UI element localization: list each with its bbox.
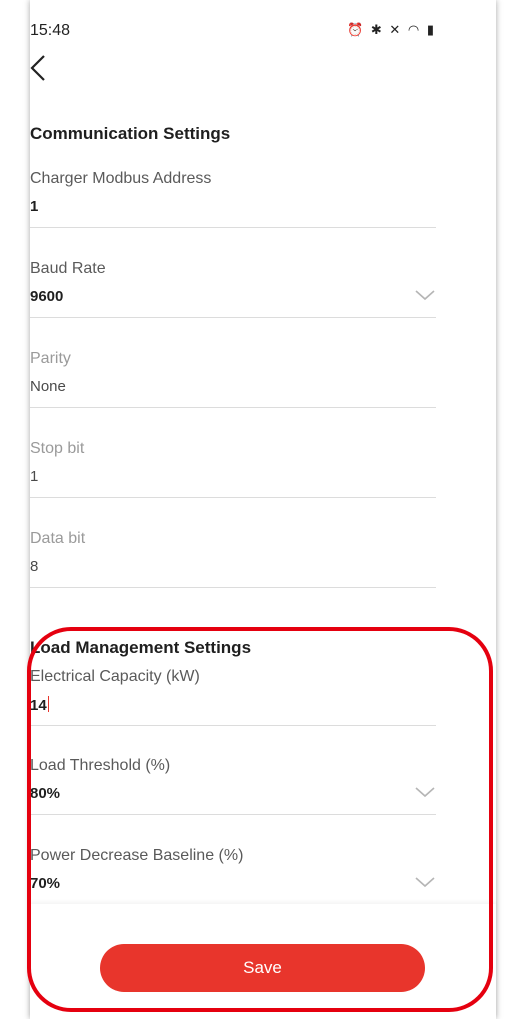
charger-modbus-address-field[interactable]: Charger Modbus Address 1 — [30, 170, 436, 242]
chevron-down-icon — [415, 290, 435, 301]
chevron-down-icon — [415, 787, 435, 798]
field-value-wrapper[interactable]: 14 — [30, 696, 49, 714]
status-time: 15:48 — [30, 22, 71, 39]
divider — [30, 407, 436, 408]
divider — [30, 227, 436, 228]
field-value: 14 — [30, 697, 47, 714]
field-label: Load Threshold (%) — [30, 757, 171, 774]
divider — [30, 497, 436, 498]
field-label: Power Decrease Baseline (%) — [30, 847, 244, 864]
field-value: 80% — [30, 785, 61, 802]
divider — [30, 725, 436, 726]
field-value: 70% — [30, 875, 61, 892]
baud-rate-select[interactable]: Baud Rate 9600 — [30, 260, 436, 332]
field-label: Stop bit — [30, 440, 85, 457]
field-label: Baud Rate — [30, 260, 106, 277]
load-threshold-select[interactable]: Load Threshold (%) 80% — [30, 757, 436, 829]
text-cursor — [47, 696, 49, 712]
field-label: Parity — [30, 350, 71, 367]
field-label: Electrical Capacity (kW) — [30, 668, 200, 685]
communication-settings-title: Communication Settings — [30, 124, 231, 143]
field-value: None — [30, 378, 66, 395]
status-icons: ⏰ ✱ ✕ ◠ ▮ — [347, 22, 436, 37]
divider — [30, 587, 436, 588]
load-management-settings-title: Load Management Settings — [30, 638, 252, 657]
back-arrow-icon[interactable] — [26, 52, 54, 84]
field-label: Charger Modbus Address — [30, 170, 212, 187]
stop-bit-field: Stop bit 1 — [30, 440, 436, 512]
data-bit-field: Data bit 8 — [30, 530, 436, 602]
electrical-capacity-input[interactable]: Electrical Capacity (kW) 14 — [30, 668, 436, 740]
field-value: 9600 — [30, 288, 64, 305]
parity-field: Parity None — [30, 350, 436, 422]
chevron-down-icon — [415, 877, 435, 888]
save-button[interactable]: Save — [100, 944, 425, 992]
field-value: 8 — [30, 558, 39, 575]
field-value: 1 — [30, 198, 39, 215]
divider — [30, 317, 436, 318]
status-bar: 15:48 ⏰ ✱ ✕ ◠ ▮ — [30, 22, 436, 44]
divider — [30, 814, 436, 815]
field-value: 1 — [30, 468, 39, 485]
field-label: Data bit — [30, 530, 86, 547]
